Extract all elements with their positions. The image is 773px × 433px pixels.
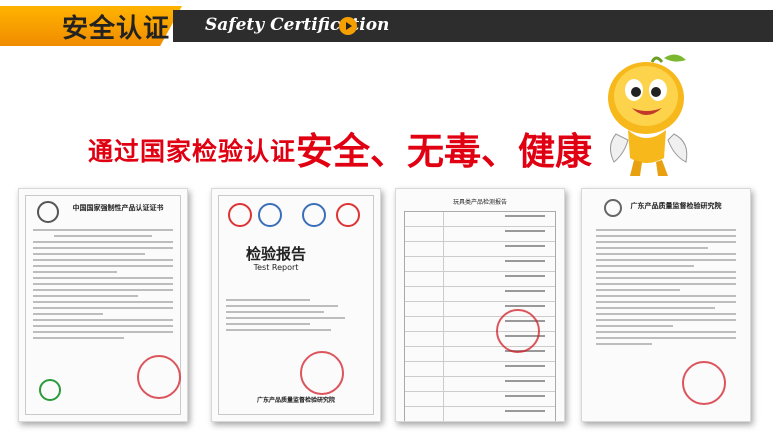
cal-logo-icon	[336, 203, 360, 227]
inspection-letter-image: 广东产品质量监督检验研究院	[581, 188, 751, 422]
certificate-3-title: 玩具类产品检测报告	[452, 199, 507, 206]
report-title-en: Test Report	[253, 263, 299, 272]
report-organization: 广东产品质量监督检验研究院	[256, 397, 335, 404]
arrow-right-icon	[339, 17, 357, 35]
report-title-cn: 检验报告	[245, 245, 306, 263]
fruit-mascot-illustration	[608, 54, 688, 176]
section-header: 安全认证 Safety Certification	[0, 0, 773, 48]
section-title-cn: 安全认证	[62, 14, 171, 44]
cma-logo-icon	[228, 203, 252, 227]
product-report-form-image: 玩具类产品检测报告	[395, 188, 565, 422]
slogan-safe-nontoxic-healthy: 安全、无毒、健康	[296, 130, 592, 173]
cnas-logo-icon	[258, 203, 282, 227]
red-seal-stamp	[137, 355, 181, 399]
slogan-certified: 通过国家检验认证	[88, 137, 297, 166]
red-seal-stamp	[300, 351, 344, 395]
ccc-certificate-image: 中国国家强制性产品认证证书	[18, 188, 188, 422]
certificate-1-title: 中国国家强制性产品认证证书	[72, 204, 164, 212]
red-seal-stamp	[682, 361, 726, 405]
red-seal-stamp	[496, 309, 540, 353]
test-report-image: 检验报告 Test Report 广东产品质量监督检验研究院	[211, 188, 381, 422]
certificate-4-title: 广东产品质量监督检验研究院	[630, 202, 722, 210]
section-title-en: Safety Certification	[205, 15, 390, 35]
ilac-logo-icon	[302, 203, 326, 227]
cqc-logo-icon	[39, 379, 61, 401]
